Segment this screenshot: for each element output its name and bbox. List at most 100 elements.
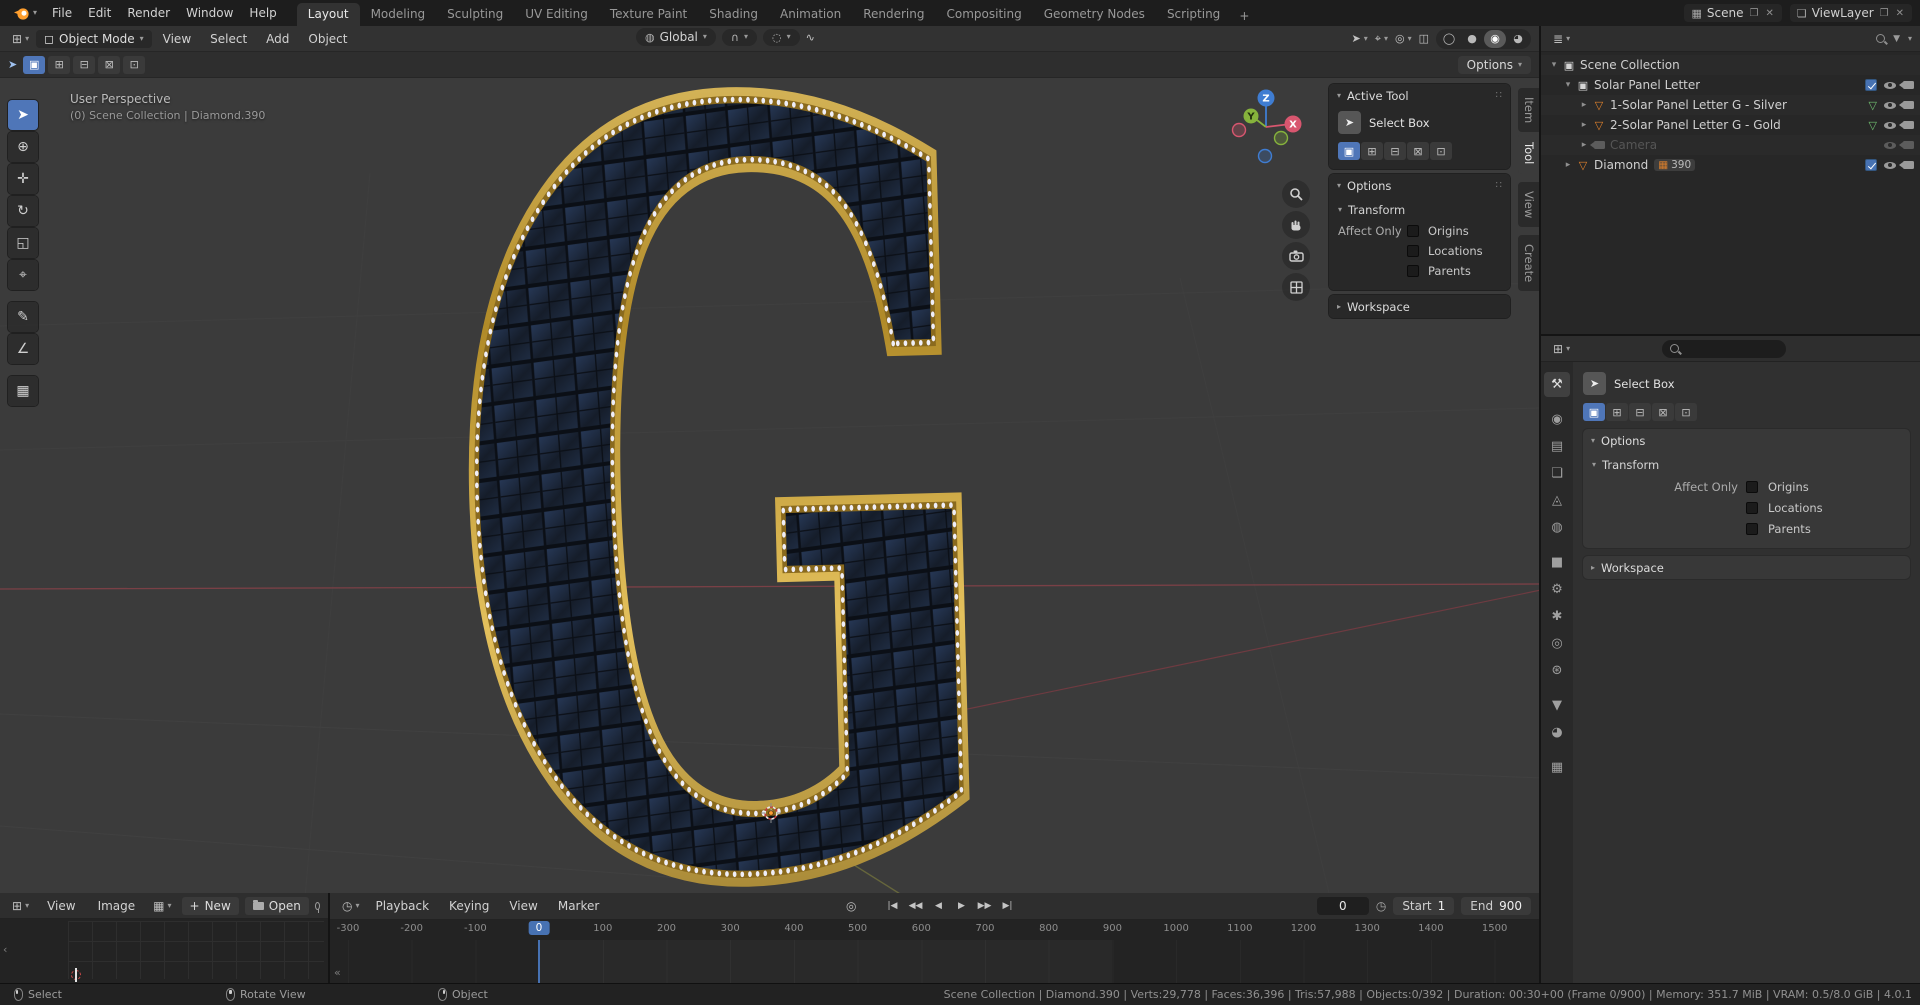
select-mode-subtract-button[interactable]: ⊟	[1629, 403, 1651, 421]
menu-select[interactable]: Select	[202, 29, 255, 49]
scene-selector[interactable]: ▦ Scene ❐ ✕	[1684, 4, 1782, 22]
menu-object[interactable]: Object	[300, 29, 355, 49]
pan-button[interactable]	[1282, 211, 1310, 239]
play-button[interactable]: ▶	[951, 896, 972, 915]
panel-drag-icon[interactable]: ∷	[1496, 180, 1502, 191]
prop-tab-world[interactable]: ◍	[1544, 515, 1570, 540]
hide-viewport-icon[interactable]	[1884, 81, 1896, 89]
select-mode-new-button[interactable]: ▣	[1338, 142, 1360, 160]
editor-type-button[interactable]: ⊞ ▾	[8, 32, 33, 46]
properties-search-input[interactable]	[1662, 339, 1787, 358]
menu-edit[interactable]: Edit	[80, 3, 119, 23]
prop-tab-scene[interactable]: ◬	[1544, 488, 1570, 513]
select-mode-new-button[interactable]: ▣	[1583, 403, 1605, 421]
image-editor-canvas[interactable]: ‹	[0, 919, 328, 983]
menu-playback[interactable]: Playback	[368, 896, 438, 916]
add-workspace-button[interactable]: +	[1231, 6, 1257, 26]
playhead-line[interactable]	[538, 940, 540, 983]
hide-viewport-icon[interactable]	[1884, 141, 1896, 149]
disable-render-icon[interactable]	[1899, 141, 1914, 149]
mode-dropdown[interactable]: ◻ Object Mode ▾	[36, 29, 152, 48]
solar-letter-g-object[interactable]: G G G	[424, 78, 1030, 893]
navigation-gizmo[interactable]: Z Y X	[1226, 86, 1306, 166]
prop-tab-constraints[interactable]: ⊛	[1544, 658, 1570, 683]
expand-icon[interactable]: ▾	[1547, 60, 1561, 70]
shading-material-preview-button[interactable]: ◉	[1484, 29, 1506, 48]
select-box-tool-icon[interactable]: ➤	[1583, 372, 1606, 395]
prop-tab-object[interactable]: ■	[1544, 550, 1570, 575]
selectable-checkbox[interactable]	[1865, 159, 1877, 171]
shading-solid-button[interactable]: ●	[1461, 30, 1483, 48]
menu-window[interactable]: Window	[178, 3, 241, 23]
prop-tab-output[interactable]: ▤	[1544, 434, 1570, 459]
menu-image[interactable]: Image	[90, 896, 144, 916]
xray-toggle[interactable]: ◫	[1419, 32, 1429, 45]
collection-exclude-checkbox[interactable]	[1865, 79, 1877, 91]
axis-z-neg-handle[interactable]	[1257, 148, 1273, 164]
menu-marker[interactable]: Marker	[550, 896, 607, 916]
outliner-row-solar-panel-letter[interactable]: ▾ ▣ Solar Panel Letter	[1541, 75, 1920, 95]
prop-tab-modifiers[interactable]: ⚙	[1544, 577, 1570, 602]
tab-texture-paint[interactable]: Texture Paint	[599, 3, 698, 26]
panel-header-active-tool[interactable]: ▾ Active Tool ∷	[1329, 84, 1510, 107]
expand-icon[interactable]: ▸	[1561, 160, 1575, 170]
prop-tab-render[interactable]: ◉	[1544, 407, 1570, 432]
play-reverse-button[interactable]: ◀	[928, 896, 949, 915]
disable-render-icon[interactable]	[1899, 81, 1914, 89]
filter-icon[interactable]: ▼	[1893, 34, 1900, 44]
tool-measure[interactable]: ∠	[8, 334, 38, 364]
end-frame-field[interactable]: End 900	[1461, 897, 1531, 915]
select-mode-extend-button[interactable]: ⊞	[48, 55, 71, 74]
panel-header-workspace[interactable]: ▸ Workspace	[1329, 295, 1510, 318]
sidebar-tab-tool[interactable]: Tool	[1518, 133, 1539, 174]
select-mode-invert-button[interactable]: ⊠	[98, 55, 121, 74]
gizmos-dropdown[interactable]: ⌖ ▾	[1375, 32, 1388, 46]
tool-scale[interactable]: ◱	[8, 228, 38, 258]
tool-rotate[interactable]: ↻	[8, 196, 38, 226]
editor-type-button[interactable]: ≣ ▾	[1549, 32, 1574, 46]
new-viewlayer-button[interactable]: ❐	[1879, 8, 1890, 19]
overlays-dropdown[interactable]: ◎ ▾	[1395, 32, 1412, 45]
viewlayer-selector[interactable]: ❏ ViewLayer ❐ ✕	[1789, 4, 1912, 22]
zoom-button[interactable]	[1282, 180, 1310, 208]
falloff-icon[interactable]: ∿	[806, 31, 815, 44]
expand-icon[interactable]: ▸	[1577, 100, 1591, 110]
camera-view-button[interactable]	[1282, 242, 1310, 270]
prop-tab-texture[interactable]: ▦	[1544, 755, 1570, 780]
transform-orientation-dropdown[interactable]: ◍ Global ▾	[636, 28, 716, 46]
tab-layout[interactable]: Layout	[296, 3, 360, 26]
locations-checkbox[interactable]	[1746, 501, 1758, 514]
hide-viewport-icon[interactable]	[1884, 121, 1896, 129]
transform-subpanel-header[interactable]: ▾ Transform	[1338, 199, 1501, 221]
tool-move[interactable]: ✛	[8, 164, 38, 194]
axis-x-neg-handle[interactable]	[1231, 122, 1247, 138]
prop-tab-material[interactable]: ◕	[1544, 720, 1570, 745]
hide-viewport-icon[interactable]	[1884, 161, 1896, 169]
menu-add[interactable]: Add	[258, 29, 297, 49]
menu-view[interactable]: View	[39, 896, 83, 916]
tool-cursor[interactable]: ⊕	[8, 132, 38, 162]
sidebar-tab-view[interactable]: View	[1518, 181, 1539, 227]
expand-icon[interactable]: ▸	[1577, 120, 1591, 130]
tab-modeling[interactable]: Modeling	[360, 3, 437, 26]
tab-geometry-nodes[interactable]: Geometry Nodes	[1033, 3, 1156, 26]
menu-keying[interactable]: Keying	[441, 896, 497, 916]
selectability-dropdown[interactable]: ➤ ▾	[1352, 32, 1368, 45]
new-image-button[interactable]: + New	[181, 896, 239, 915]
select-mode-subtract-button[interactable]: ⊟	[73, 55, 96, 74]
auto-keying-toggle[interactable]: ◎	[846, 896, 856, 915]
next-keyframe-button[interactable]: ▶▶	[974, 896, 995, 915]
tab-scripting[interactable]: Scripting	[1156, 3, 1231, 26]
sidebar-tab-create[interactable]: Create	[1518, 234, 1539, 292]
image-datablock-dropdown[interactable]: ▦ ▾	[149, 899, 175, 913]
tool-annotate[interactable]: ✎	[8, 302, 38, 332]
select-mode-extend-button[interactable]: ⊞	[1606, 403, 1628, 421]
tool-select-box[interactable]: ➤	[8, 100, 38, 130]
editor-type-button[interactable]: ⊞ ▾	[1549, 342, 1574, 356]
menu-view[interactable]: View	[501, 896, 545, 916]
tab-animation[interactable]: Animation	[769, 3, 852, 26]
axis-y-neg-handle[interactable]	[1273, 130, 1289, 146]
remove-viewlayer-button[interactable]: ✕	[1895, 8, 1905, 19]
select-mode-intersect-button[interactable]: ⊡	[123, 55, 146, 74]
channel-collapse-arrow[interactable]: «	[334, 966, 341, 979]
